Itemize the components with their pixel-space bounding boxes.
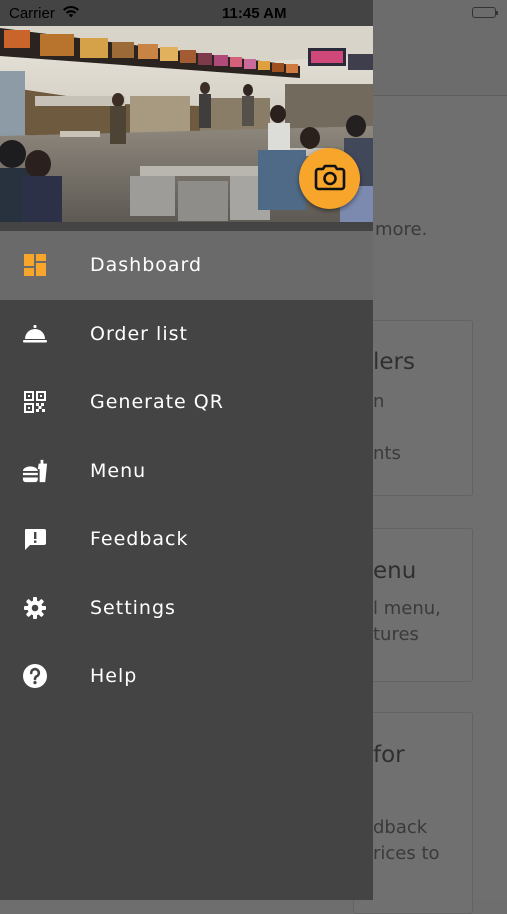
carrier-label: Carrier xyxy=(9,5,55,22)
navigation-drawer: Dashboard Order list Generate QR Menu Fe… xyxy=(0,0,373,900)
menu-item-feedback[interactable]: Feedback xyxy=(0,505,373,574)
camera-icon xyxy=(314,163,346,195)
menu-item-label: Order list xyxy=(90,322,188,345)
fastfood-icon xyxy=(22,458,48,484)
background-text: l menu, xyxy=(373,598,441,619)
menu-item-settings[interactable]: Settings xyxy=(0,574,373,643)
feedback-icon xyxy=(22,526,48,552)
menu-item-dashboard[interactable]: Dashboard xyxy=(0,231,373,300)
status-bar: Carrier 11:45 AM xyxy=(0,0,507,26)
dashboard-icon xyxy=(22,252,48,278)
background-card-title: enu xyxy=(373,558,417,584)
gear-icon xyxy=(22,595,48,621)
battery-icon xyxy=(472,7,498,18)
drawer-menu: Dashboard Order list Generate QR Menu Fe… xyxy=(0,231,373,711)
background-text: n xyxy=(373,391,385,412)
menu-item-help[interactable]: Help xyxy=(0,642,373,711)
menu-item-generate-qr[interactable]: Generate QR xyxy=(0,368,373,437)
menu-item-order-list[interactable]: Order list xyxy=(0,300,373,369)
menu-item-menu[interactable]: Menu xyxy=(0,437,373,506)
background-text: more. xyxy=(375,219,428,240)
background-card-title: lers xyxy=(373,349,415,375)
cloche-icon xyxy=(22,321,48,347)
background-text: dback xyxy=(373,817,428,838)
qr-code-icon xyxy=(22,389,48,415)
help-icon xyxy=(22,663,48,689)
background-page: more. lers n nts enu l menu, tures for d… xyxy=(353,0,507,914)
background-text: nts xyxy=(373,443,401,464)
menu-item-label: Generate QR xyxy=(90,391,224,414)
clock: 11:45 AM xyxy=(222,5,287,22)
menu-item-label: Dashboard xyxy=(90,254,203,277)
wifi-icon xyxy=(62,5,80,22)
background-text: tures xyxy=(373,624,419,645)
menu-item-label: Help xyxy=(90,665,138,688)
background-card-title: for xyxy=(373,742,405,768)
menu-item-label: Feedback xyxy=(90,528,189,551)
camera-button[interactable] xyxy=(299,148,360,209)
menu-item-label: Menu xyxy=(90,459,147,482)
background-text: rices to xyxy=(373,843,440,864)
menu-item-label: Settings xyxy=(90,596,176,619)
